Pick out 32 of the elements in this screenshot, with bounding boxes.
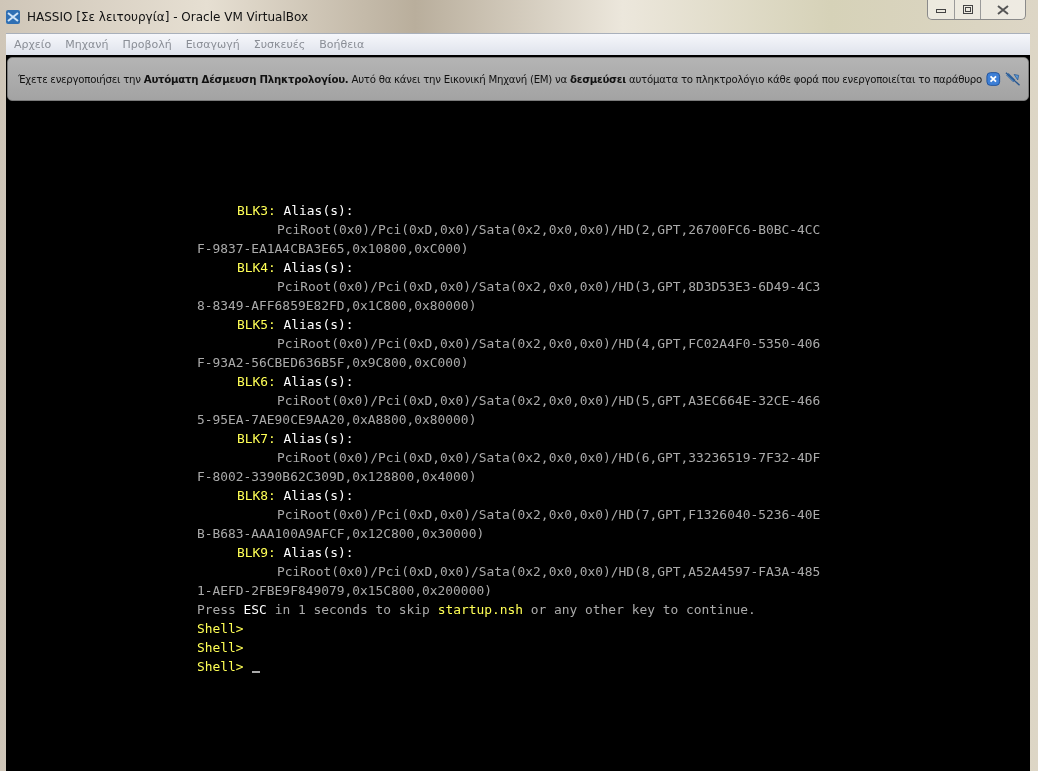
terminal-line: F-93A2-56CBED636B5F,0x9C800,0xC000) [197, 354, 469, 372]
terminal-line: PciRoot(0x0)/Pci(0xD,0x0)/Sata(0x2,0x0,0x0)/HD(2,GPT,26700FC6-B0BC-4CC [277, 221, 821, 239]
terminal-line: BLK3: Alias(s): [237, 202, 354, 220]
minimize-icon [936, 6, 946, 13]
terminal-line: PciRoot(0x0)/Pci(0xD,0x0)/Sata(0x2,0x0,0x0)/HD(6,GPT,33236519-7F32-4DF [277, 449, 821, 467]
terminal-line: Shell> [197, 620, 244, 638]
terminal-line: B-B683-AAA100A9AFCF,0x12C800,0x30000) [197, 525, 485, 543]
terminal-line: PciRoot(0x0)/Pci(0xD,0x0)/Sata(0x2,0x0,0x0)/HD(5,GPT,A3EC664E-32CE-466 [277, 392, 821, 410]
close-icon [997, 4, 1009, 15]
maximize-icon [962, 5, 973, 14]
notification-message: Έχετε ενεργοποιήσει την Αυτόματη Δέσμευση Πληκτρολογίου. Αυτό θα κάνει την Εικονική Μηχανή (ΕΜ) να δεσμεύσει αυτόματα το πληκτρολόγιο κάθε φορά που ενεργοποιείται το παράθυρο [18, 73, 982, 85]
terminal-line: BLK9: Alias(s): [237, 544, 354, 562]
terminal-line: Press ESC in 1 seconds to skip startup.nsh or any other key to continue. [197, 601, 756, 619]
terminal-line: 8-8349-AFF6859E82FD,0x1C800,0x80000) [197, 297, 477, 315]
terminal-line: F-8002-3390B62C309D,0x128800,0x4000) [197, 468, 477, 486]
terminal-line: Shell> [197, 658, 244, 676]
terminal-line: PciRoot(0x0)/Pci(0xD,0x0)/Sata(0x2,0x0,0x0)/HD(3,GPT,8D3D53E3-6D49-4C3 [277, 278, 821, 296]
terminal-line: BLK6: Alias(s): [237, 373, 354, 391]
terminal-line: 5-95EA-7AE90CE9AA20,0xA8800,0x80000) [197, 411, 477, 429]
terminal-line: F-9837-EA1A4CBA3E65,0x10800,0xC000) [197, 240, 469, 258]
terminal-line: Shell> [197, 639, 244, 657]
terminal-line: BLK5: Alias(s): [237, 316, 354, 334]
close-icon[interactable] [986, 71, 1001, 87]
terminal-line: BLK8: Alias(s): [237, 487, 354, 505]
app-icon [5, 8, 21, 25]
terminal-line: 1-AEFD-2FBE9F849079,0x15C800,0x200000) [197, 582, 492, 600]
terminal-line: PciRoot(0x0)/Pci(0xD,0x0)/Sata(0x2,0x0,0x0)/HD(4,GPT,FC02A4F0-5350-406 [277, 335, 821, 353]
terminal-line: PciRoot(0x0)/Pci(0xD,0x0)/Sata(0x2,0x0,0x0)/HD(7,GPT,F1326040-5236-40E [277, 506, 821, 524]
terminal-line: BLK7: Alias(s): [237, 430, 354, 448]
window-title: HASSIO [Σε λειτουργία] - Oracle VM VirtualBox [27, 9, 310, 24]
terminal-line: PciRoot(0x0)/Pci(0xD,0x0)/Sata(0x2,0x0,0x0)/HD(8,GPT,A52A4597-FA3A-485 [277, 563, 821, 581]
terminal-line: BLK4: Alias(s): [237, 259, 354, 277]
